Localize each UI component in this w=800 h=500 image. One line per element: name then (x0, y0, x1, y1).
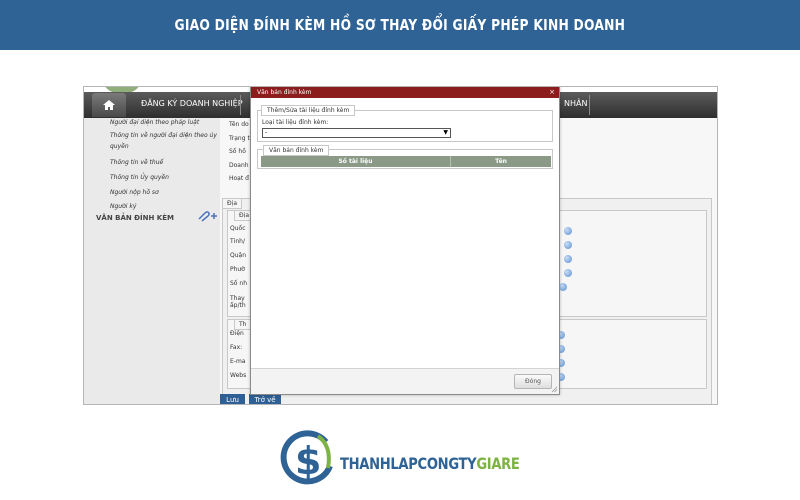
radio-button[interactable] (564, 269, 572, 277)
dollar-logo-icon: $ (280, 430, 333, 485)
dialog-title: Văn bản đính kèm (257, 89, 312, 96)
contact-label: E-ma (230, 358, 246, 365)
attach-add-icon[interactable] (196, 210, 218, 222)
nav-item-nhan[interactable]: NHÂN (564, 99, 587, 108)
contact-label: Webs (230, 372, 247, 379)
nav-separator (240, 95, 241, 115)
form-label: Trạng t (229, 135, 250, 142)
banner-title: GIAO DIỆN ĐÍNH KÈM HỒ SƠ THAY ĐỔI GIẤY P… (174, 16, 626, 34)
edit-attachment-legend: Thêm/Sửa tài liệu đính kèm (261, 105, 356, 116)
sidebar-link-tax-info[interactable]: Thông tin về thuế (110, 157, 218, 168)
address-label: Quận (230, 252, 247, 259)
dialog-footer: Đóng (251, 368, 559, 394)
radio-button[interactable] (564, 227, 572, 235)
radio-button[interactable] (564, 255, 572, 263)
contact-subtab: Th (234, 319, 252, 330)
contact-label: Fax: (230, 344, 243, 351)
column-header-document-number[interactable]: Số tài liệu (261, 156, 451, 167)
address-label: Tỉnh/ (230, 238, 245, 245)
dialog-titlebar: Văn bản đính kèm × (251, 87, 559, 98)
sidebar-link-authorized-rep[interactable]: Thông tin về người đại diện theo ủy quyề… (110, 130, 218, 152)
nav-separator (589, 95, 590, 115)
sidebar-link-submitter[interactable]: Người nộp hồ sơ (110, 187, 218, 198)
resize-grip-icon[interactable] (551, 386, 558, 393)
home-icon (103, 100, 115, 110)
nav-dang-ky-doanh-nghiep[interactable]: ĐĂNG KÝ DOANH NGHIỆP (141, 99, 243, 108)
address-tab[interactable]: Địa (222, 198, 242, 209)
column-header-name[interactable]: Tên (451, 156, 551, 167)
home-button[interactable] (92, 93, 126, 117)
address-label: ấp/th (230, 302, 246, 309)
attachment-list-legend: Văn bản đính kèm (263, 145, 330, 156)
attachment-type-select[interactable]: - ▼ (262, 128, 451, 138)
radio-button[interactable] (564, 241, 572, 249)
form-label: Số hồ (229, 148, 246, 155)
sidebar-link-authorization-info[interactable]: Thông tin Ủy quyền (110, 172, 218, 183)
radio-button[interactable] (559, 283, 567, 291)
attachment-type-label: Loại tài liệu đính kèm: (262, 119, 329, 126)
attachments-dialog: Văn bản đính kèm × Thêm/Sửa tài liệu đín… (250, 87, 560, 395)
chevron-down-icon: ▼ (443, 129, 448, 136)
save-button[interactable]: Lưu (220, 394, 245, 404)
brand-logo: $ THANHLAPCONGTYGIARE (278, 428, 528, 488)
close-icon[interactable]: × (549, 87, 555, 98)
close-button[interactable]: Đóng (514, 374, 552, 389)
svg-text:$: $ (295, 439, 321, 483)
contact-label: Điện (230, 330, 244, 337)
brand-name-part1: THANHLAPCONGTY (340, 454, 477, 473)
attachment-grid-header: Số tài liệu Tên (261, 156, 551, 167)
address-label: Số nh (230, 280, 247, 287)
back-button[interactable]: Trở về (249, 394, 281, 404)
brand-name: THANHLAPCONGTYGIARE (340, 454, 520, 473)
address-label: Thay (230, 295, 245, 302)
sidebar-section-attachments: VĂN BẢN ĐÍNH KÈM (96, 214, 174, 222)
address-label: Quốc (230, 225, 246, 232)
form-label: Hoạt đ (229, 175, 249, 182)
form-label: Doanh (229, 162, 249, 169)
page-banner: GIAO DIỆN ĐÍNH KÈM HỒ SƠ THAY ĐỔI GIẤY P… (0, 0, 800, 50)
app-screenshot: ĐĂNG KÝ DOANH NGHIỆP NHÂN Người đại diện… (83, 86, 718, 405)
attachment-type-value: - (265, 129, 268, 136)
address-label: Phườ (230, 266, 245, 273)
sidebar-link-legal-rep[interactable]: Người đại diện theo pháp luật (110, 117, 218, 128)
sidebar: Người đại diện theo pháp luật Thông tin … (84, 117, 220, 404)
brand-name-part2: GIARE (476, 454, 520, 473)
form-label: Tên do (229, 121, 249, 128)
